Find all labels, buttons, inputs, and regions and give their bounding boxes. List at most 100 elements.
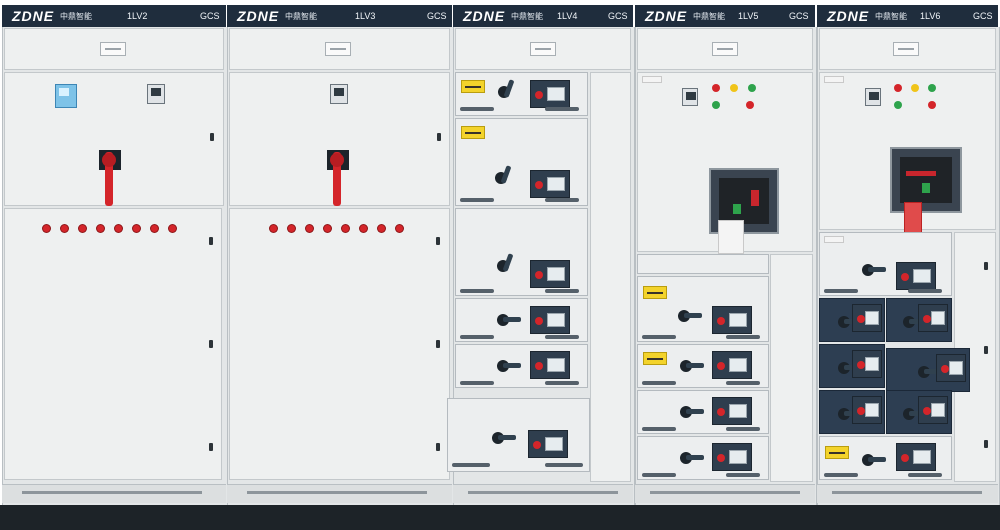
drawer-pull[interactable] (726, 427, 760, 431)
drawer-pull[interactable] (545, 289, 579, 293)
rotary-handle-icon[interactable] (497, 253, 519, 274)
indicator-lamp-icon (911, 84, 919, 92)
digital-meter-icon (896, 443, 936, 471)
door-latch[interactable] (437, 133, 441, 141)
rotary-handle-icon[interactable] (498, 79, 520, 100)
indicator-lamp-icon (894, 84, 902, 92)
door-latch[interactable] (210, 133, 214, 141)
rotary-handle-icon[interactable] (680, 450, 704, 466)
rotary-handle-icon[interactable] (497, 312, 521, 328)
rotary-handle-icon[interactable] (862, 262, 886, 278)
digital-meter-icon (712, 443, 752, 471)
rotary-handle-icon[interactable] (680, 404, 704, 420)
digital-meter-icon (530, 260, 570, 288)
drawer-pull[interactable] (642, 473, 676, 477)
brand-sub: 中鼎智能 (285, 12, 317, 21)
cabinet-header-1lv6: ZDNE 中鼎智能 1LV6 GCS (817, 5, 998, 27)
door-latch[interactable] (984, 346, 988, 354)
digital-meter-icon (852, 304, 882, 332)
door-latch[interactable] (209, 443, 213, 451)
door-latch[interactable] (436, 443, 440, 451)
indicator-lamp-icon (712, 84, 720, 92)
drawer-unit-extended[interactable] (447, 398, 590, 472)
drawer-pull[interactable] (545, 198, 579, 202)
drawer-pull[interactable] (460, 198, 494, 202)
rotary-handle-icon[interactable] (678, 308, 702, 324)
warning-label (643, 286, 667, 299)
digital-meter-icon (530, 351, 570, 379)
indicator-lamp-icon (133, 225, 140, 232)
nameplate (325, 42, 351, 56)
digital-meter-icon (530, 170, 570, 198)
rotary-handle-icon[interactable] (680, 358, 704, 374)
rotary-handle-icon[interactable] (95, 148, 125, 208)
cabinet-header-1lv2: ZDNE 中鼎智能 1LV2 GCS (2, 5, 226, 27)
door-latch[interactable] (209, 237, 213, 245)
drawer-pull[interactable] (460, 335, 494, 339)
digital-meter-icon (712, 306, 752, 334)
digital-meter-icon (682, 88, 698, 106)
rotary-handle-icon[interactable] (323, 148, 353, 208)
drawer-pull[interactable] (908, 473, 942, 477)
push-button-icon[interactable] (712, 101, 720, 109)
push-button-icon[interactable] (928, 101, 936, 109)
drawer-pull[interactable] (824, 289, 858, 293)
digital-meter-icon (147, 84, 165, 104)
push-button-icon[interactable] (746, 101, 754, 109)
cabinet-base (2, 484, 226, 503)
drawer-pull[interactable] (545, 335, 579, 339)
door-latch[interactable] (436, 340, 440, 348)
indicator-lamp-icon (43, 225, 50, 232)
drawer-pull[interactable] (545, 107, 579, 111)
indicator-lamp-icon (928, 84, 936, 92)
digital-meter-icon (330, 84, 348, 104)
door-lower (4, 208, 222, 480)
indicator-lamp-icon (396, 225, 403, 232)
push-button-icon[interactable] (894, 101, 902, 109)
rotary-handle-icon[interactable] (497, 358, 521, 374)
door-latch[interactable] (436, 237, 440, 245)
cabinet-code: 1LV6 (920, 11, 941, 21)
drawer-pull[interactable] (452, 463, 490, 467)
indicator-lamp-icon (730, 84, 738, 92)
rotary-handle-icon[interactable] (495, 165, 517, 186)
floor-plinth (0, 505, 1000, 530)
nameplate (100, 42, 126, 56)
door-latch[interactable] (209, 340, 213, 348)
drawer-pull[interactable] (642, 381, 676, 385)
cabinet-base (635, 484, 815, 503)
rotary-handle-icon[interactable] (862, 452, 886, 468)
digital-meter-icon (865, 88, 881, 106)
drawer-pull[interactable] (824, 473, 858, 477)
door-latch[interactable] (984, 440, 988, 448)
drawer-pull[interactable] (545, 381, 579, 385)
indicator-lamp-icon (288, 225, 295, 232)
digital-meter-icon (918, 396, 948, 424)
drawer-pull[interactable] (726, 381, 760, 385)
drawer-pull[interactable] (726, 335, 760, 339)
warning-label (825, 446, 849, 459)
indicator-lamp-icon (324, 225, 331, 232)
digital-meter-icon (852, 350, 882, 378)
drawer-pull[interactable] (460, 381, 494, 385)
indicator-lamp-icon (306, 225, 313, 232)
indicator-lamp-icon (270, 225, 277, 232)
door-latch[interactable] (984, 262, 988, 270)
brand-logo: ZDNE (12, 8, 55, 24)
air-circuit-breaker-icon[interactable] (890, 147, 962, 213)
brand-sub: 中鼎智能 (693, 12, 725, 21)
cabinet-code: 1LV2 (127, 11, 148, 21)
drawer-pull[interactable] (908, 289, 942, 293)
drawer-pull[interactable] (545, 463, 583, 467)
cabinet-type: GCS (789, 11, 809, 21)
rotary-handle-icon[interactable] (492, 430, 516, 446)
drawer-unit[interactable] (637, 254, 769, 274)
drawer-pull[interactable] (642, 335, 676, 339)
digital-meter-icon (530, 80, 570, 108)
drawer-pull[interactable] (460, 107, 494, 111)
drawer-pull[interactable] (642, 427, 676, 431)
drawer-pull[interactable] (726, 473, 760, 477)
cabinet-code: 1LV4 (557, 11, 578, 21)
warning-label (461, 126, 485, 139)
drawer-pull[interactable] (460, 289, 494, 293)
